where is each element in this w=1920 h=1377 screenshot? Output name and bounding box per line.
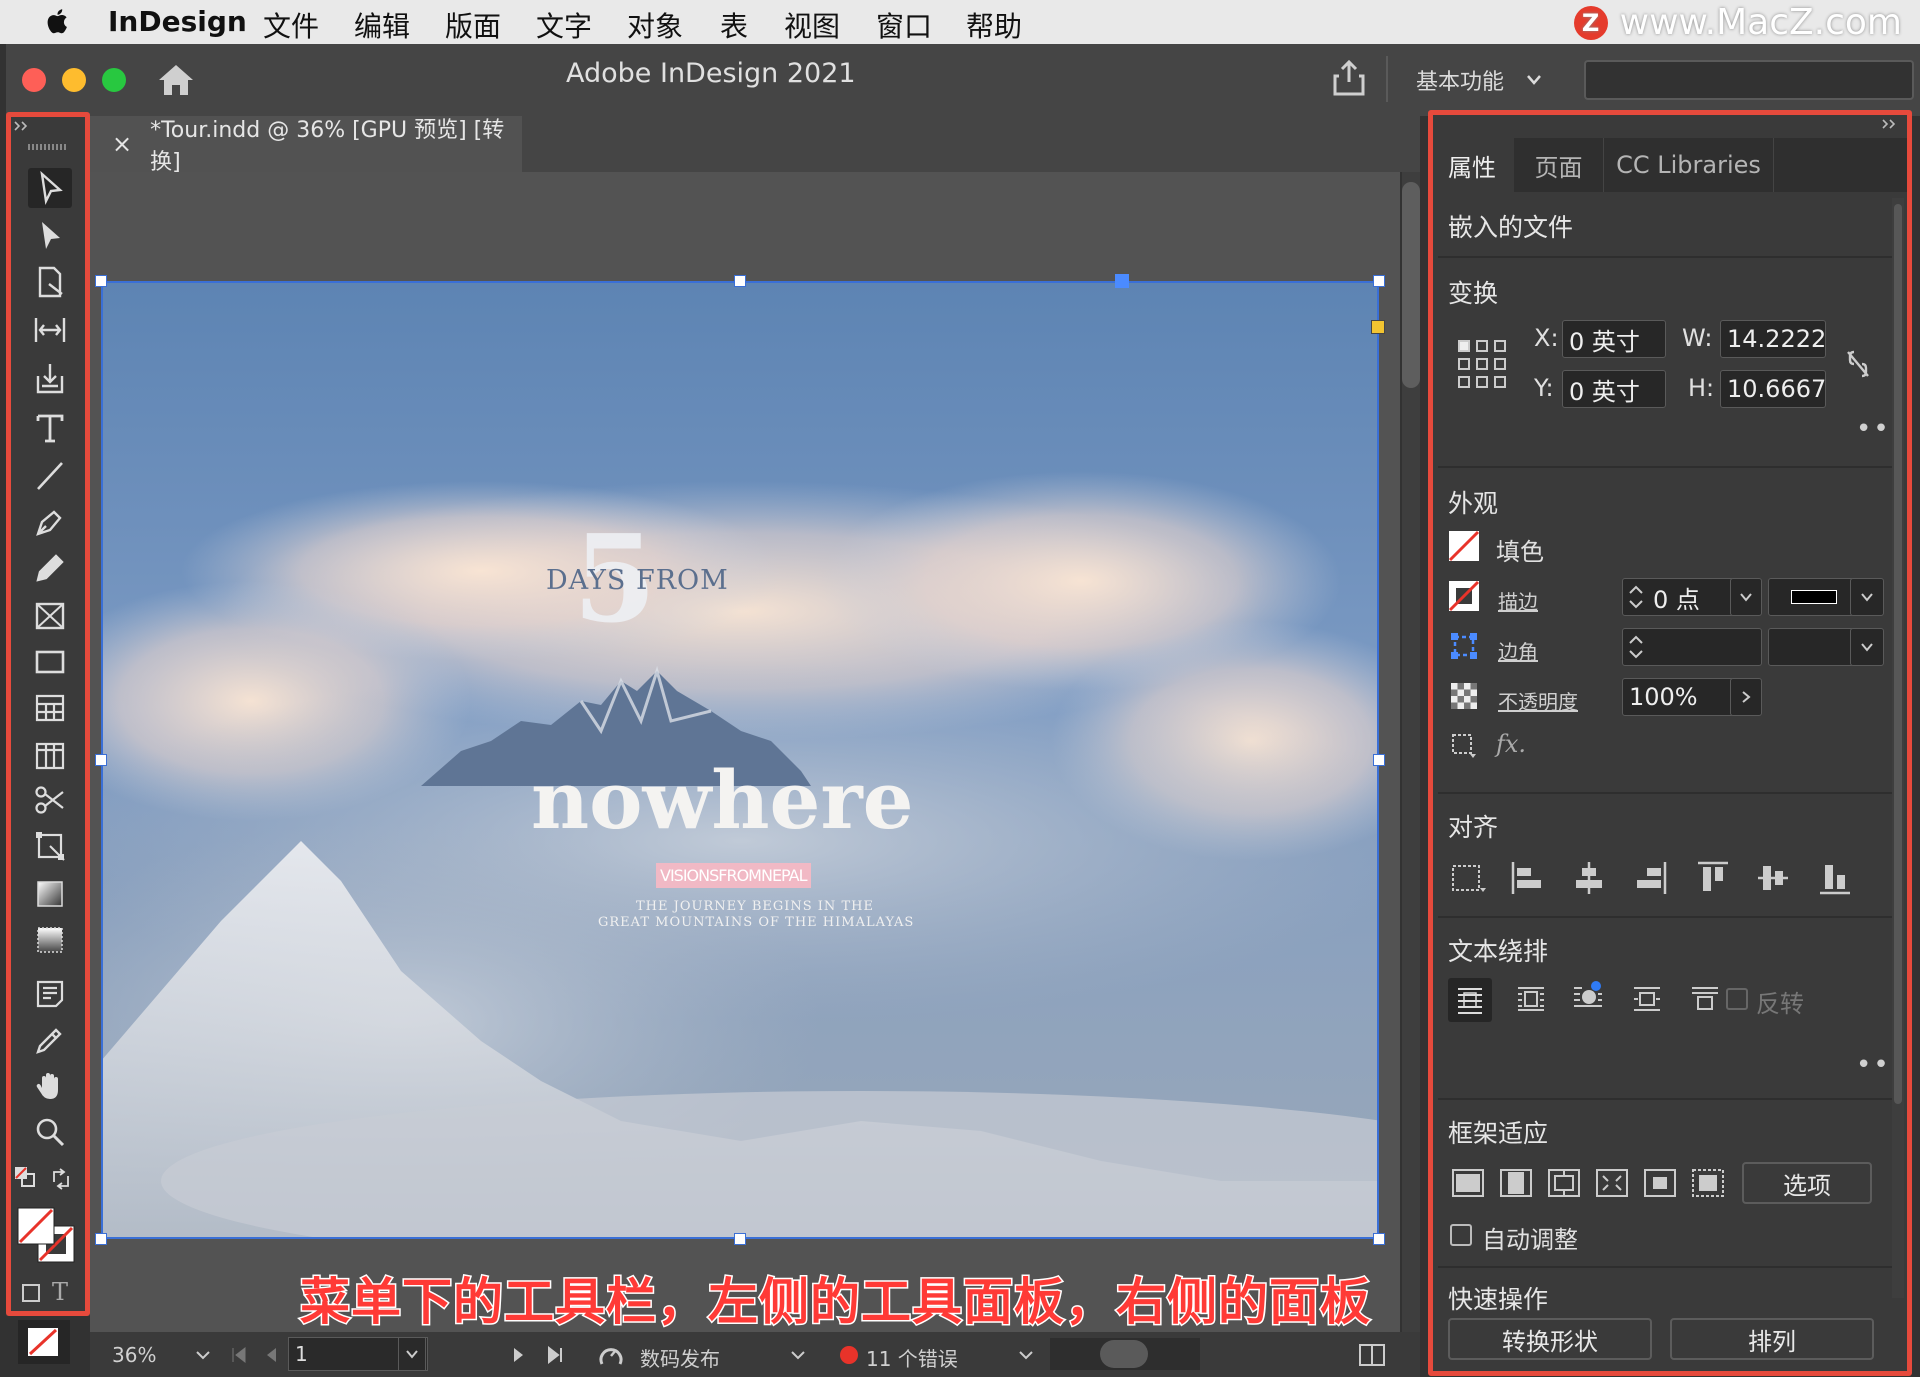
search-input[interactable] [1584, 60, 1914, 100]
vertical-scrollbar-thumb[interactable] [1402, 182, 1420, 388]
watermark-logo: Z [1573, 5, 1608, 40]
highlight-frame-tools [6, 112, 90, 1316]
preflight-errors[interactable]: 11 个错误 [866, 1343, 958, 1372]
publish-mode[interactable]: 数码发布 [640, 1343, 720, 1372]
document-tab-title: *Tour.indd @ 36% [GPU 预览] [转换] [150, 118, 505, 175]
error-status-dot [840, 1346, 858, 1364]
chevron-down-icon[interactable] [1018, 1350, 1034, 1360]
first-page-icon[interactable] [230, 1346, 248, 1364]
resize-handle-br[interactable] [1373, 1233, 1385, 1245]
page-dropdown-button[interactable] [398, 1337, 426, 1371]
menu-file[interactable]: 文件 [263, 5, 319, 45]
no-color-swatch-icon [28, 1328, 58, 1356]
document-tab[interactable]: × *Tour.indd @ 36% [GPU 预览] [转换] [90, 116, 522, 175]
menu-app-name[interactable]: InDesign [108, 5, 247, 38]
menu-object[interactable]: 对象 [627, 5, 683, 45]
workspace-switcher[interactable]: 基本功能 [1416, 64, 1504, 96]
next-page-icon[interactable] [512, 1346, 526, 1364]
menu-table[interactable]: 表 [720, 5, 748, 45]
live-corner-handle[interactable] [1371, 320, 1385, 334]
menu-view[interactable]: 视图 [784, 5, 840, 45]
watermark-text: www.MacZ.com [1619, 2, 1902, 43]
chevron-down-icon [406, 1350, 418, 1359]
zoom-level[interactable]: 36% [112, 1343, 156, 1367]
content-grabber-handle[interactable] [1115, 274, 1129, 288]
resize-handle-tm[interactable] [734, 275, 746, 287]
last-page-icon[interactable] [546, 1346, 564, 1364]
watermark: Z www.MacZ.com [1573, 2, 1902, 43]
split-window-icon[interactable] [1358, 1342, 1386, 1368]
chevron-down-icon [1527, 75, 1541, 85]
document-tabbar: × *Tour.indd @ 36% [GPU 预览] [转换] [90, 116, 1420, 175]
resize-handle-bl[interactable] [95, 1233, 107, 1245]
page-number-value: 1 [295, 1342, 308, 1366]
app-title: Adobe InDesign 2021 [566, 58, 856, 89]
resize-handle-tr[interactable] [1373, 275, 1385, 287]
share-icon[interactable] [1331, 58, 1367, 98]
selection-frame [101, 281, 1379, 1239]
close-tab-icon[interactable]: × [112, 130, 132, 158]
menu-help[interactable]: 帮助 [966, 5, 1022, 45]
zoom-window-button[interactable] [102, 68, 126, 92]
menu-bar: InDesign 文件 编辑 版面 文字 对象 表 视图 窗口 帮助 Z www… [0, 0, 1920, 44]
menu-edit[interactable]: 编辑 [354, 5, 410, 45]
titlebar-divider [1386, 56, 1388, 102]
horizontal-scrollbar[interactable] [1050, 1338, 1200, 1370]
menu-type[interactable]: 文字 [536, 5, 592, 45]
publish-icon[interactable] [598, 1342, 624, 1368]
minimize-window-button[interactable] [62, 68, 86, 92]
status-bar: 36% 1 数码发布 11 个错误 [90, 1332, 1420, 1377]
highlight-frame-panel [1428, 110, 1912, 1376]
menu-window[interactable]: 窗口 [876, 5, 932, 45]
app-titlebar: Adobe InDesign 2021 基本功能 [6, 44, 1920, 116]
previous-page-icon[interactable] [264, 1346, 278, 1364]
resize-handle-bm[interactable] [734, 1233, 746, 1245]
chevron-down-icon[interactable] [790, 1350, 806, 1360]
screen-mode-button[interactable] [18, 1320, 70, 1364]
apple-icon[interactable] [44, 6, 72, 36]
zoom-dropdown-icon[interactable] [195, 1350, 211, 1360]
resize-handle-mr[interactable] [1373, 754, 1385, 766]
home-icon[interactable] [156, 62, 196, 98]
annotation-caption: 菜单下的工具栏，左侧的工具面板，右侧的面板 [299, 1272, 1372, 1333]
horizontal-scrollbar-thumb[interactable] [1100, 1340, 1148, 1368]
menu-layout[interactable]: 版面 [445, 5, 501, 45]
resize-handle-tl[interactable] [95, 275, 107, 287]
close-window-button[interactable] [22, 68, 46, 92]
resize-handle-ml[interactable] [95, 754, 107, 766]
